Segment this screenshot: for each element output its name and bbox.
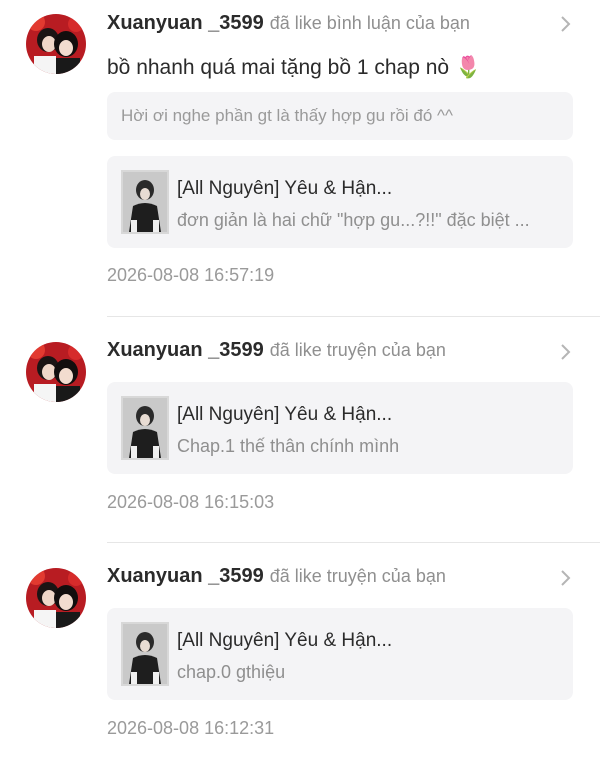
story-cover-thumbnail (121, 396, 169, 460)
story-card[interactable]: [All Nguyên] Yêu & Hận... đơn giản là ha… (107, 156, 573, 248)
chevron-right-icon[interactable] (558, 568, 572, 588)
story-cover-thumbnail (121, 170, 169, 234)
tulip-emoji: 🌷 (454, 56, 482, 79)
story-title: [All Nguyên] Yêu & Hận... (177, 178, 393, 199)
username[interactable]: Xuanyuan _3599 (107, 339, 264, 361)
timestamp: 2026-08-08 16:57:19 (107, 265, 275, 285)
chevron-right-icon[interactable] (558, 14, 572, 34)
comment-body: bồ nhanh quá mai tặng bồ 1 chap nò (107, 56, 450, 79)
story-cover-thumbnail (121, 622, 169, 686)
timestamp: 2026-08-08 16:15:03 (107, 492, 275, 512)
timestamp: 2026-08-08 16:12:31 (107, 718, 275, 738)
notification-header: Xuanyuan _3599 đã like bình luận của bạn (107, 12, 560, 40)
quoted-comment[interactable]: Hời ơi nghe phần gt là thấy hợp gu rồi đ… (107, 92, 573, 140)
chevron-right-icon[interactable] (558, 342, 572, 362)
story-subtitle: đơn giản là hai chữ "hợp gu...?!!" đặc b… (177, 210, 530, 230)
username[interactable]: Xuanyuan _3599 (107, 12, 264, 34)
notification-item[interactable]: Xuanyuan _3599 đã like truyện của bạn [Al… (0, 543, 600, 768)
story-subtitle: Chap.1 thế thân chính mình (177, 436, 400, 456)
notification-action: đã like truyện của bạn (269, 566, 446, 586)
notification-action: đã like bình luận của bạn (269, 13, 470, 33)
notification-header: Xuanyuan _3599 đã like truyện của bạn (107, 565, 560, 593)
story-card[interactable]: [All Nguyên] Yêu & Hận... chap.0 gthiệu (107, 608, 573, 700)
comment-text: bồ nhanh quá mai tặng bồ 1 chap nò 🌷 (107, 56, 481, 80)
story-card[interactable]: [All Nguyên] Yêu & Hận... Chap.1 thế thâ… (107, 382, 573, 474)
notification-item[interactable]: Xuanyuan _3599 đã like bình luận của bạn … (0, 0, 600, 316)
notification-item[interactable]: Xuanyuan _3599 đã like truyện của bạn [Al… (0, 317, 600, 542)
story-subtitle: chap.0 gthiệu (177, 662, 286, 682)
username[interactable]: Xuanyuan _3599 (107, 565, 264, 587)
notification-action: đã like truyện của bạn (269, 340, 446, 360)
story-title: [All Nguyên] Yêu & Hận... (177, 630, 393, 651)
story-title: [All Nguyên] Yêu & Hận... (177, 404, 393, 425)
avatar[interactable] (26, 14, 86, 74)
avatar[interactable] (26, 568, 86, 628)
avatar[interactable] (26, 342, 86, 402)
notification-header: Xuanyuan _3599 đã like truyện của bạn (107, 339, 560, 367)
